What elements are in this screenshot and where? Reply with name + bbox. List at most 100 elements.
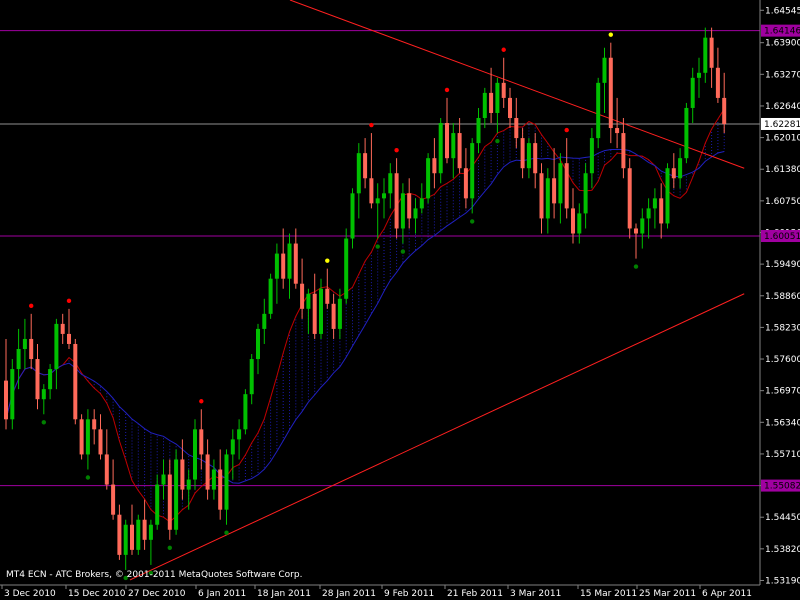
candle-body [703,37,708,73]
candle-body [111,484,116,515]
fractal-down-marker [85,475,91,480]
x-tick-label: 25 Mar 2011 [639,589,696,599]
candle-body [375,198,380,204]
candle-body [432,158,437,174]
fractal-down-marker [400,249,406,254]
candle-body [589,138,594,174]
candle-body [438,123,443,174]
y-tick-label: 1.63900 [765,39,800,49]
candle-body [142,519,147,540]
candle-body [697,72,701,78]
x-tick-label: 18 Jan 2011 [257,589,311,599]
candle-body [319,288,323,334]
candle-body [180,459,185,490]
x-tick-label: 6 Jan 2011 [198,589,246,599]
x-tick-label: 3 Dec 2010 [4,589,56,599]
fractal-up-marker [444,87,450,93]
candle-body [533,143,538,174]
candle-body [400,193,405,229]
candle-body [117,514,122,555]
fractal-up-marker [394,147,399,153]
fractal-down-marker [224,530,229,535]
candle-body [92,419,97,430]
fractal-up-marker [608,32,613,37]
price-chart: 1.64545 1.63900 1.63270 1.62640 1.62010 1.613… [0,0,800,600]
y-tick-label: 1.54450 [765,513,800,523]
candle-body [300,283,305,309]
candle-body [615,128,620,134]
candle-body [293,243,298,284]
y-tick-label: 1.58230 [765,323,800,333]
candle-body [104,454,109,485]
candle-body [489,92,494,113]
candle-body [514,118,519,139]
candle-body [564,163,569,209]
candle-body [539,173,544,219]
level-label-2: 1.55082 [764,482,800,492]
candle-body [4,380,8,420]
y-tick-label: 1.58860 [765,292,800,302]
candle-body [388,173,393,194]
x-tick-label: 15 Dec 2010 [68,589,126,599]
y-tick-label: 1.56970 [765,387,800,397]
candle-body [678,158,683,179]
candle-body [337,298,342,329]
candle-body [495,82,500,113]
candle-body [218,469,223,510]
candle-body [665,168,670,224]
candle-body [350,193,355,239]
fractal-up-marker [325,258,330,263]
chart-credit: MT4 ECN - ATC Brokers, © 2001-2011 MetaQ… [6,570,302,580]
candle-body [451,133,456,159]
candle-body [325,288,330,304]
candle-body [426,158,431,199]
fractal-down-marker [41,420,46,425]
candle-body [596,82,601,139]
candle-body [356,153,361,194]
candle-body [558,163,563,204]
fractal-up-marker [564,127,569,133]
candle-body [470,143,475,199]
candle-body [690,77,695,108]
candle-body [16,348,21,370]
candle-body [48,369,53,390]
y-tick-label: 1.59490 [765,260,800,270]
fractal-down-marker [470,219,475,224]
candle-body [709,37,714,68]
candle-body [331,303,336,329]
x-tick-label: 15 Mar 2011 [580,589,637,599]
candle-body [67,333,71,344]
candle-body [10,369,15,420]
candle-body [476,118,481,144]
candle-body [130,524,134,550]
candle-body [463,168,468,199]
level-label-1: 1.60051 [764,232,800,242]
current-price-label: 1.62281 [764,120,800,130]
y-tick-label: 1.55710 [765,450,800,460]
fractal-up-marker [199,399,204,404]
candle-body [281,253,286,279]
candle-body [256,328,260,360]
candle-body [520,138,525,169]
candle-body [22,338,27,349]
candle-body [419,198,424,209]
candle-body [526,143,531,169]
candle-body [413,208,418,219]
fractal-down-marker [167,545,172,551]
candle-body [363,153,368,179]
candle-body [482,92,487,119]
candle-body [659,198,664,224]
candle-body [552,178,557,204]
candle-body [224,454,229,510]
candle-body [501,82,506,98]
fractal-up-marker [29,303,34,309]
candle-body [608,57,613,129]
candle-body [722,97,727,125]
fractal-down-marker [633,264,639,269]
candle-body [634,228,638,234]
fractal-down-marker [375,244,380,249]
chart-background [0,0,800,600]
candle-body [508,97,512,119]
candle-body [98,429,103,455]
candle-body [445,123,449,159]
